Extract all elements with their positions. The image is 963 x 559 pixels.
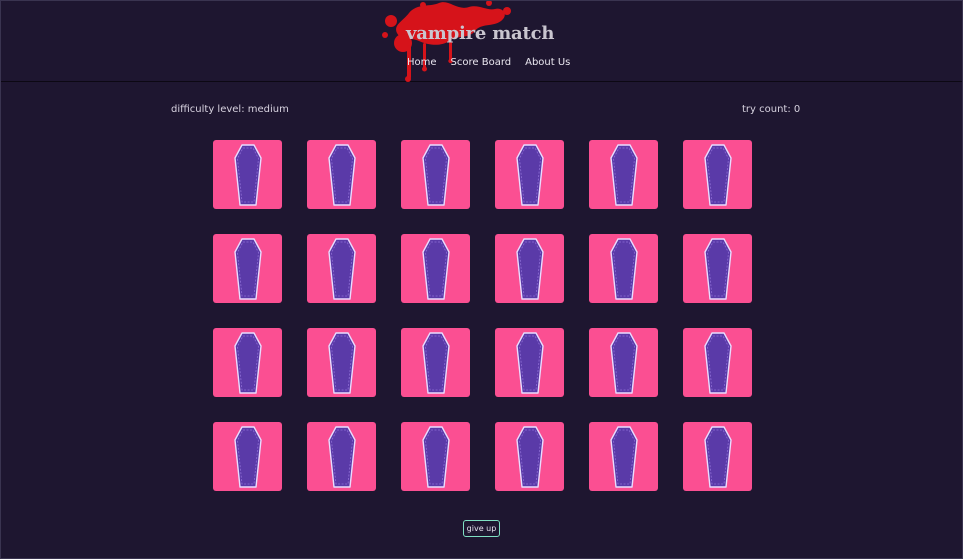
memory-card[interactable] — [495, 328, 564, 397]
coffin-icon — [421, 425, 450, 488]
coffin-icon — [233, 237, 262, 300]
memory-card[interactable] — [495, 140, 564, 209]
give-up-button[interactable]: give up — [463, 520, 500, 537]
coffin-icon — [233, 425, 262, 488]
coffin-icon — [515, 331, 544, 394]
memory-card[interactable] — [213, 234, 282, 303]
memory-card[interactable] — [401, 422, 470, 491]
difficulty-level: difficulty level: medium — [171, 104, 289, 115]
coffin-icon — [515, 143, 544, 206]
memory-card[interactable] — [683, 422, 752, 491]
nav-score-board[interactable]: Score Board — [451, 57, 512, 68]
card-board — [213, 140, 752, 491]
memory-card[interactable] — [683, 140, 752, 209]
memory-card[interactable] — [401, 328, 470, 397]
coffin-icon — [233, 143, 262, 206]
coffin-icon — [703, 331, 732, 394]
coffin-icon — [327, 331, 356, 394]
nav-about-us[interactable]: About Us — [525, 57, 570, 68]
memory-card[interactable] — [307, 234, 376, 303]
coffin-icon — [421, 237, 450, 300]
coffin-icon — [703, 425, 732, 488]
coffin-icon — [609, 143, 638, 206]
coffin-icon — [609, 331, 638, 394]
coffin-icon — [703, 237, 732, 300]
coffin-icon — [515, 425, 544, 488]
memory-card[interactable] — [307, 422, 376, 491]
coffin-icon — [703, 143, 732, 206]
coffin-icon — [327, 237, 356, 300]
coffin-icon — [327, 425, 356, 488]
site-header: vampire match Home Score Board About Us — [1, 1, 962, 82]
coffin-icon — [515, 237, 544, 300]
coffin-icon — [609, 425, 638, 488]
site-title: vampire match — [406, 23, 555, 44]
memory-card[interactable] — [495, 422, 564, 491]
memory-card[interactable] — [213, 422, 282, 491]
memory-card[interactable] — [683, 328, 752, 397]
coffin-icon — [327, 143, 356, 206]
memory-card[interactable] — [683, 234, 752, 303]
page: vampire match Home Score Board About Us … — [0, 0, 963, 559]
memory-card[interactable] — [495, 234, 564, 303]
main-nav: Home Score Board About Us — [407, 57, 570, 68]
nav-home[interactable]: Home — [407, 57, 437, 68]
coffin-icon — [609, 237, 638, 300]
coffin-icon — [421, 143, 450, 206]
memory-card[interactable] — [589, 328, 658, 397]
memory-card[interactable] — [307, 328, 376, 397]
memory-card[interactable] — [401, 140, 470, 209]
memory-card[interactable] — [213, 140, 282, 209]
coffin-icon — [233, 331, 262, 394]
memory-card[interactable] — [401, 234, 470, 303]
coffin-icon — [421, 331, 450, 394]
memory-card[interactable] — [307, 140, 376, 209]
memory-card[interactable] — [589, 422, 658, 491]
memory-card[interactable] — [589, 234, 658, 303]
memory-card[interactable] — [213, 328, 282, 397]
try-count: try count: 0 — [742, 104, 801, 115]
memory-card[interactable] — [589, 140, 658, 209]
